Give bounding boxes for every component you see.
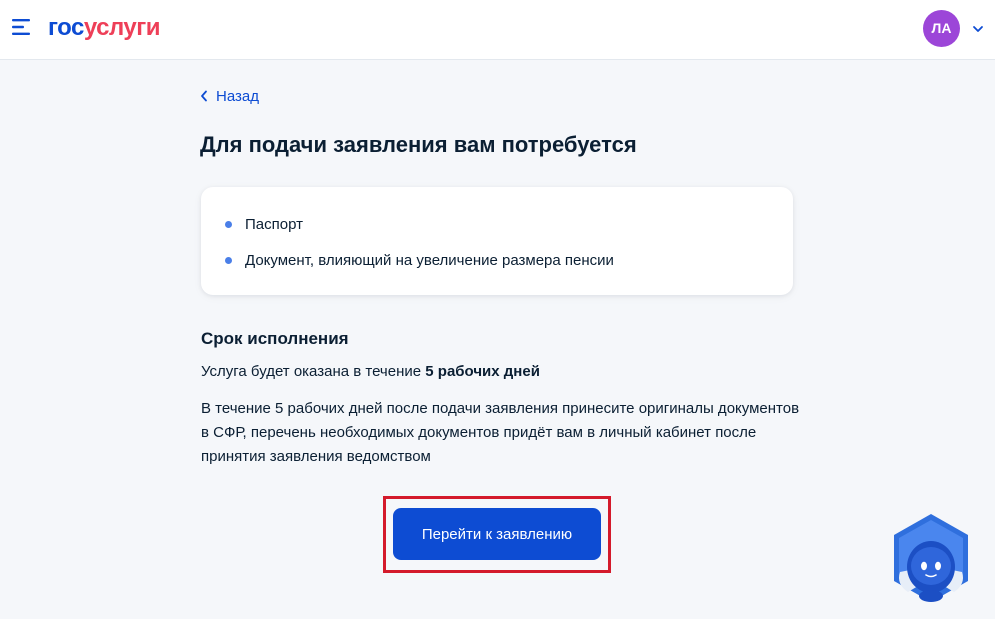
logo-part-gos: гос [48,14,84,41]
back-link[interactable]: Назад [200,86,259,106]
top-header: госуслуги ЛА [0,0,995,60]
bullet-dot [225,220,232,228]
gosuslugi-logo[interactable]: госуслуги [48,14,161,42]
required-documents-card: Паспорт Документ, влияющий на увеличение… [201,187,793,295]
user-avatar[interactable]: ЛА [923,10,960,47]
document-label: Паспорт [245,215,303,233]
term-line: Услуга будет оказана в течение 5 рабочих… [201,363,540,380]
bullet-dot [225,256,232,264]
back-link-label: Назад [216,87,259,105]
list-item: Паспорт [225,214,303,234]
logo-part-uslugi: услуги [83,14,161,41]
robot-assistant-icon[interactable] [888,512,974,604]
term-heading: Срок исполнения [201,329,349,348]
go-to-application-button[interactable]: Перейти к заявлению [393,508,601,560]
term-days: 5 рабочих дней [425,363,540,380]
hamburger-menu-icon[interactable] [10,16,32,38]
page-title: Для подачи заявления вам потребуется [200,132,637,157]
document-label: Документ, влияющий на увеличение размера… [245,251,614,269]
term-note: В течение 5 рабочих дней после подачи за… [201,400,800,465]
term-line-prefix: Услуга будет оказана в течение [201,363,426,380]
chevron-left-icon [201,90,207,102]
chevron-down-icon[interactable] [971,22,985,36]
list-item: Документ, влияющий на увеличение размера… [225,250,614,270]
